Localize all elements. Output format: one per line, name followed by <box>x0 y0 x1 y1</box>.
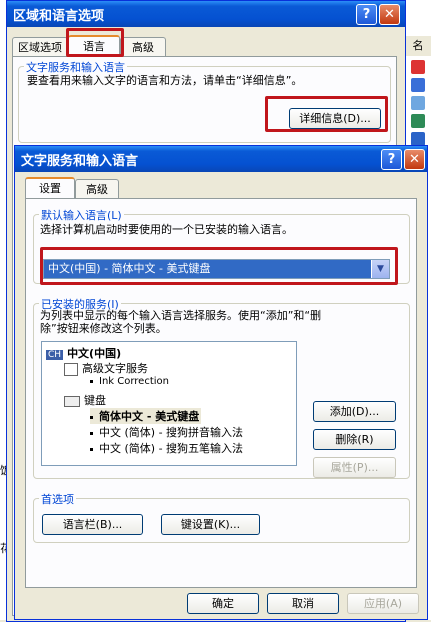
window-title: 区域和语言选项 <box>13 8 105 24</box>
language-icon: CH <box>46 350 64 360</box>
tree-node-adv-services[interactable]: 高级文字服务 <box>64 360 148 376</box>
tree-label: 中文 (简体) - 搜狗拼音输入法 <box>99 426 244 439</box>
properties-button[interactable]: 属性(P)... <box>313 457 396 478</box>
tree-label: 高级文字服务 <box>82 362 148 375</box>
group-description: 为列表中显示的每个输入语言选择服务。使用“添加”和“删 <box>40 309 322 322</box>
tree-label: 简体中文 - 美式键盘 <box>99 410 200 423</box>
background-column-header: 名 <box>404 36 431 56</box>
highlight-box <box>40 247 398 285</box>
group-description: 选择计算机启动时要使用的一个已安装的输入语言。 <box>40 223 293 236</box>
bullet-icon <box>90 447 93 451</box>
app-icon[interactable] <box>411 114 425 128</box>
remove-button[interactable]: 删除(R) <box>313 429 396 450</box>
close-button[interactable]: ✕ <box>404 149 425 170</box>
apply-button[interactable]: 应用(A) <box>347 593 419 614</box>
tree-node-keyboard[interactable]: 键盘 <box>64 392 106 408</box>
bullet-icon <box>90 379 93 383</box>
key-settings-button[interactable]: 键设置(K)... <box>161 514 260 535</box>
tab-advanced[interactable]: 高级 <box>120 37 166 57</box>
bullet-icon <box>90 431 93 435</box>
help-button[interactable]: ? <box>356 4 377 25</box>
highlight-box <box>66 28 124 57</box>
tree-node-kb-item[interactable]: 中文 (简体) - 搜狗五笔输入法 <box>90 440 243 456</box>
tab-settings[interactable]: 设置 <box>25 177 75 199</box>
tree-label: Ink Correction <box>99 376 169 387</box>
tab-regional-options[interactable]: 区域选项 <box>12 37 68 57</box>
ok-button[interactable]: 确定 <box>187 593 259 614</box>
installed-services-tree[interactable]: CH 中文(中国) 高级文字服务 Ink Correction 键盘 简体中文 -… <box>41 341 297 466</box>
tree-node-language[interactable]: CH 中文(中国) <box>46 345 121 361</box>
tree-node-kb-item[interactable]: 简体中文 - 美式键盘 <box>90 408 202 424</box>
group-description: 除”按钮来修改这个列表。 <box>40 322 167 335</box>
tree-node-kb-item[interactable]: 中文 (简体) - 搜狗拼音输入法 <box>90 424 243 440</box>
add-button[interactable]: 添加(D)... <box>313 401 396 422</box>
cancel-button[interactable]: 取消 <box>267 593 339 614</box>
app-icon[interactable] <box>411 132 425 146</box>
app-icon[interactable] <box>411 96 425 110</box>
tab-advanced[interactable]: 高级 <box>75 179 119 199</box>
tree-label: 键盘 <box>84 394 106 407</box>
help-button[interactable]: ? <box>381 149 402 170</box>
close-button[interactable]: ✕ <box>379 4 400 25</box>
group-label: 文字服务和输入语言 <box>24 59 127 75</box>
group-label: 首选项 <box>39 491 76 507</box>
bullet-icon <box>90 415 93 419</box>
tree-label: 中文 (简体) - 搜狗五笔输入法 <box>99 442 244 455</box>
keyboard-icon <box>64 395 80 407</box>
group-label: 默认输入语言(L) <box>39 207 124 223</box>
tree-label: 中文(中国) <box>67 347 122 360</box>
group-description: 要查看用来输入文字的语言和方法，请单击“详细信息”。 <box>27 74 303 87</box>
text-services-icon <box>64 362 78 376</box>
tree-node-ink[interactable]: Ink Correction <box>90 376 169 387</box>
title-bar[interactable]: 文字服务和输入语言 <box>15 146 427 172</box>
app-icon[interactable] <box>411 78 425 92</box>
window-title: 文字服务和输入语言 <box>21 153 139 169</box>
text-services-window: 文字服务和输入语言 ? ✕ 设置 高级 默认输入语言(L) 选择计算机启动时要使… <box>14 145 428 620</box>
language-bar-button[interactable]: 语言栏(B)... <box>42 514 143 535</box>
highlight-box <box>265 96 388 132</box>
app-icon[interactable] <box>411 60 425 74</box>
title-bar[interactable]: 区域和语言选项 <box>7 1 405 27</box>
